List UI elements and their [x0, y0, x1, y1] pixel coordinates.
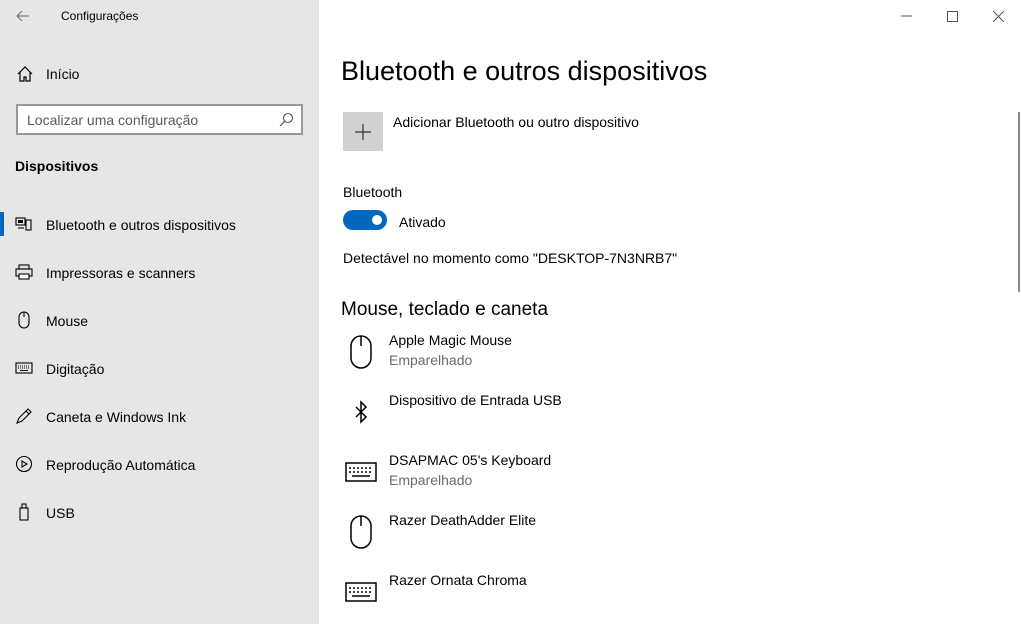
minimize-icon [900, 15, 912, 17]
toggle-state-label: Ativado [399, 214, 446, 230]
mouse-icon [341, 332, 381, 372]
add-device-button[interactable] [343, 112, 383, 151]
window-controls [883, 0, 1021, 32]
device-status: Emparelhado [389, 352, 473, 368]
keyboard-icon [341, 572, 381, 612]
mouse-icon [14, 310, 34, 330]
toggle-knob [372, 215, 382, 225]
close-icon [992, 10, 1004, 22]
sidebar-item-autoplay[interactable]: Reprodução Automática [0, 448, 319, 496]
sidebar-item-label: Digitação [46, 361, 105, 377]
sidebar-item-typing[interactable]: Digitação [0, 352, 319, 400]
sidebar-nav: Bluetooth e outros dispositivos Impresso… [0, 208, 319, 544]
device-item[interactable]: Dispositivo de Entrada USB [341, 392, 941, 448]
scrollbar[interactable] [1018, 112, 1020, 292]
device-item[interactable]: Apple Magic Mouse Emparelhado [341, 332, 941, 388]
section-title: Dispositivos [15, 158, 99, 174]
minimize-button[interactable] [883, 0, 929, 32]
sidebar-item-label: Reprodução Automática [46, 457, 196, 473]
device-item[interactable]: Razer Ornata Chroma [341, 572, 941, 624]
sidebar-item-label: Impressoras e scanners [46, 265, 196, 281]
home-icon [17, 66, 33, 82]
discoverable-text: Detectável no momento como "DESKTOP-7N3N… [343, 250, 678, 266]
search-box[interactable] [16, 104, 303, 135]
search-input[interactable] [18, 106, 268, 133]
keyboard-icon [14, 358, 34, 378]
device-item[interactable]: DSAPMAC 05's Keyboard Emparelhado [341, 452, 941, 508]
search-icon[interactable] [279, 112, 294, 127]
pen-icon [14, 406, 34, 426]
device-name: DSAPMAC 05's Keyboard [389, 452, 552, 468]
device-name: Razer Ornata Chroma [389, 572, 527, 588]
maximize-button[interactable] [929, 0, 975, 32]
bluetooth-icon [341, 392, 381, 432]
plus-icon [355, 123, 371, 140]
sidebar-item-mouse[interactable]: Mouse [0, 304, 319, 352]
autoplay-icon [14, 454, 34, 474]
add-device-label[interactable]: Adicionar Bluetooth ou outro dispositivo [393, 114, 639, 130]
device-name: Razer DeathAdder Elite [389, 512, 537, 528]
section-title: Mouse, teclado e caneta [341, 299, 549, 320]
printer-icon [14, 262, 34, 282]
device-item[interactable]: Razer DeathAdder Elite [341, 512, 941, 568]
back-button[interactable] [9, 4, 37, 28]
keyboard-icon [341, 452, 381, 492]
sidebar: Configurações Início Dispositivos Blueto… [0, 0, 319, 624]
home-label: Início [46, 66, 80, 82]
device-name: Apple Magic Mouse [389, 332, 512, 348]
usb-icon [14, 502, 34, 522]
sidebar-item-label: Bluetooth e outros dispositivos [46, 217, 236, 233]
main-content: Bluetooth e outros dispositivos Adiciona… [319, 0, 1021, 624]
close-button[interactable] [975, 0, 1021, 32]
bluetooth-toggle[interactable] [343, 210, 387, 230]
sidebar-home[interactable]: Início [0, 60, 319, 88]
bluetooth-devices-icon [14, 214, 34, 234]
sidebar-item-bluetooth[interactable]: Bluetooth e outros dispositivos [0, 208, 319, 256]
sidebar-item-printers[interactable]: Impressoras e scanners [0, 256, 319, 304]
device-status: Emparelhado [389, 472, 473, 488]
back-arrow-icon [16, 10, 29, 22]
sidebar-item-label: USB [46, 505, 75, 521]
device-name: Dispositivo de Entrada USB [389, 392, 562, 408]
bluetooth-label: Bluetooth [343, 184, 403, 200]
app-title: Configurações [61, 9, 139, 23]
sidebar-item-usb[interactable]: USB [0, 496, 319, 544]
mouse-icon [341, 512, 381, 552]
maximize-icon [946, 10, 958, 22]
sidebar-item-label: Caneta e Windows Ink [46, 409, 187, 425]
sidebar-item-label: Mouse [46, 313, 89, 329]
page-title: Bluetooth e outros dispositivos [341, 56, 708, 86]
sidebar-item-pen[interactable]: Caneta e Windows Ink [0, 400, 319, 448]
